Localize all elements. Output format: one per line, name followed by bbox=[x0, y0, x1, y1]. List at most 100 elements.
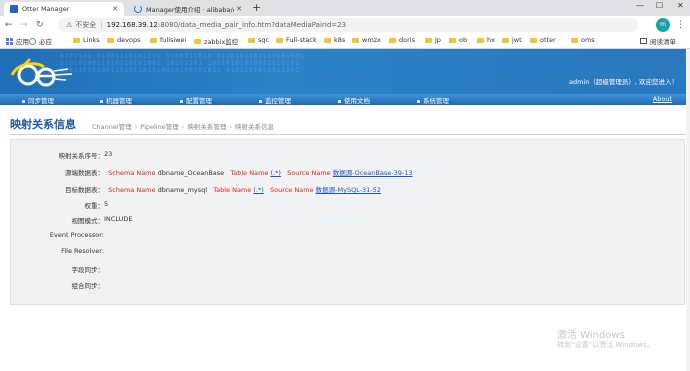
bookmark-folder[interactable]: wmzx bbox=[352, 36, 381, 44]
back-icon[interactable]: ← bbox=[5, 19, 13, 31]
profile-avatar[interactable]: m bbox=[656, 18, 670, 32]
mapping-detail-panel: 映射关系序号： 23 源端数据表： Schema Name dbname_Oce… bbox=[10, 139, 685, 305]
breadcrumb-mapping-list[interactable]: 映射关系管理 bbox=[187, 123, 226, 131]
minimize-icon[interactable]: — bbox=[636, 1, 644, 10]
url-input[interactable]: ⚠ 不安全 | 192.168.39.12 :8080/data_media_p… bbox=[58, 18, 638, 32]
nav-docs[interactable]: 使用文档 bbox=[338, 95, 370, 105]
scrollbar[interactable] bbox=[686, 49, 690, 371]
folder-icon bbox=[571, 37, 578, 43]
bookmark-folder[interactable]: Full-stack bbox=[276, 36, 317, 44]
bookmark-folder[interactable]: jp bbox=[425, 36, 441, 44]
tab-otter-manager[interactable]: Otter Manager ✕ bbox=[4, 2, 124, 16]
folder-icon bbox=[530, 37, 537, 43]
bookmark-folder[interactable]: ob bbox=[449, 36, 467, 44]
otter-header-banner: 0101101 01001110101101 0100111010 011010… bbox=[0, 49, 690, 94]
folder-icon bbox=[276, 37, 283, 43]
forward-icon[interactable]: → bbox=[20, 19, 28, 31]
weight-label: 权重： bbox=[84, 202, 105, 210]
target-table-value: Schema Name dbname_mysql Table Name (.*)… bbox=[108, 186, 381, 194]
tab-manager-doc[interactable]: Manager使用介绍 · alibaba/ott ✕ bbox=[128, 2, 248, 16]
reading-list[interactable]: 阅读清单 bbox=[640, 36, 676, 46]
id-label: 映射关系序号： bbox=[58, 152, 105, 160]
close-icon[interactable]: ✕ bbox=[234, 5, 244, 13]
chevron-right-icon: › bbox=[229, 123, 232, 131]
target-table-link[interactable]: (.*) bbox=[253, 186, 263, 194]
folder-icon bbox=[248, 37, 255, 43]
bullet-icon bbox=[259, 99, 262, 103]
browser-tab-bar: Otter Manager ✕ Manager使用介绍 · alibaba/ot… bbox=[0, 0, 690, 16]
chevron-right-icon: › bbox=[134, 123, 138, 131]
warning-icon: ⚠ bbox=[66, 21, 73, 29]
breadcrumb-pipeline[interactable]: Pipeline管理 bbox=[140, 123, 178, 131]
nav-machine-management[interactable]: 机器管理 bbox=[100, 95, 132, 105]
detail-row-group-sync: 组合同步： bbox=[11, 280, 686, 292]
about-link[interactable]: About bbox=[653, 95, 672, 103]
loading-icon bbox=[134, 5, 142, 13]
detail-row-id: 映射关系序号： 23 bbox=[11, 150, 686, 162]
window-close-icon[interactable]: ✕ bbox=[677, 1, 684, 10]
otter-logo-icon[interactable] bbox=[8, 53, 78, 91]
detail-row-file-resolver: File Resolver: bbox=[11, 247, 686, 259]
more-menu-icon[interactable]: ⋮ bbox=[676, 19, 685, 31]
nav-monitor-management[interactable]: 监控管理 bbox=[259, 95, 291, 105]
source-table-link[interactable]: (.*) bbox=[271, 169, 281, 177]
binary-background-decoration: 0101101 01001110101101 0100111010 011010… bbox=[60, 53, 305, 74]
user-welcome: admin（超级管理员）, 欢迎您进入！ bbox=[568, 78, 678, 86]
folder-icon bbox=[324, 37, 331, 43]
url-host: 192.168.39.12 bbox=[106, 21, 158, 29]
detail-row-weight: 权重： 5 bbox=[11, 200, 686, 212]
bookmark-folder[interactable]: otter bbox=[530, 36, 556, 44]
tab-title: Otter Manager bbox=[22, 5, 70, 13]
id-value: 23 bbox=[104, 150, 113, 158]
main-nav: 同步管理 机器管理 配置管理 监控管理 使用文档 系统管理 About bbox=[0, 94, 690, 105]
bullet-icon bbox=[417, 99, 420, 103]
page-title: 映射关系信息 bbox=[10, 118, 76, 131]
detail-row-source: 源端数据表： Schema Name dbname_OceanBase Tabl… bbox=[11, 167, 686, 179]
bookmark-folder[interactable]: devops bbox=[107, 36, 140, 44]
nav-sync-management[interactable]: 同步管理 bbox=[22, 95, 54, 105]
folder-icon bbox=[352, 37, 359, 43]
bookmark-folder[interactable]: Links bbox=[73, 36, 100, 44]
bookmark-bing[interactable]: 必应 bbox=[29, 36, 52, 46]
breadcrumb: Channel管理 › Pipeline管理 › 映射关系管理 › 映射关系信息 bbox=[92, 121, 274, 131]
field-sync-label: 字段同步： bbox=[71, 266, 105, 274]
new-tab-icon[interactable]: + bbox=[252, 2, 261, 14]
bookmark-folder[interactable]: jwt bbox=[502, 36, 522, 44]
bullet-icon bbox=[100, 99, 103, 103]
target-table-label: 目标数据表： bbox=[65, 186, 104, 194]
bullet-icon bbox=[22, 99, 25, 103]
bullet-icon bbox=[180, 99, 183, 103]
windows-activation-watermark: 激活 Windows bbox=[557, 330, 625, 341]
detail-row-target: 目标数据表： Schema Name dbname_mysql Table Na… bbox=[11, 184, 686, 196]
breadcrumb-channel[interactable]: Channel管理 bbox=[92, 123, 132, 131]
bookmark-folder[interactable]: hx bbox=[477, 36, 495, 44]
url-path: :8080/data_media_pair_info.htm?dataMedia… bbox=[157, 21, 347, 29]
bookmarks-bar: 应用 必应 Links devops fulisiwei zabbix监控 sq… bbox=[0, 34, 690, 49]
bookmark-apps[interactable]: 应用 bbox=[6, 36, 29, 46]
bookmark-folder[interactable]: zabbix监控 bbox=[194, 36, 238, 46]
folder-icon bbox=[150, 37, 157, 43]
bookmark-folder[interactable]: fulisiwei bbox=[150, 36, 186, 44]
otter-favicon-icon bbox=[10, 5, 18, 13]
breadcrumb-current: 映射关系信息 bbox=[234, 123, 274, 131]
folder-icon bbox=[477, 37, 484, 43]
folder-icon bbox=[194, 38, 201, 44]
group-sync-label: 组合同步： bbox=[71, 282, 105, 290]
insecure-label: 不安全 bbox=[75, 21, 97, 29]
divider: | bbox=[100, 21, 103, 29]
bookmark-folder[interactable]: doris bbox=[389, 36, 415, 44]
reading-list-icon bbox=[640, 38, 647, 44]
reload-icon[interactable]: ↻ bbox=[36, 19, 44, 31]
source-table-value: Schema Name dbname_OceanBase Table Name … bbox=[108, 169, 413, 177]
nav-system-management[interactable]: 系统管理 bbox=[417, 95, 449, 105]
bookmark-folder[interactable]: k8s bbox=[324, 36, 345, 44]
source-datasource-link[interactable]: 数据源-OceanBase-39-13 bbox=[333, 169, 413, 177]
close-icon[interactable]: ✕ bbox=[110, 5, 120, 13]
nav-config-management[interactable]: 配置管理 bbox=[180, 95, 212, 105]
folder-icon bbox=[449, 37, 456, 43]
address-bar-row: ← → ↻ ⚠ 不安全 | 192.168.39.12 :8080/data_m… bbox=[0, 16, 690, 34]
target-datasource-link[interactable]: 数据源-MySQL-31-52 bbox=[316, 186, 381, 194]
bookmark-folder[interactable]: oms bbox=[571, 36, 595, 44]
maximize-icon[interactable]: ☐ bbox=[656, 1, 663, 10]
bookmark-folder[interactable]: sqc bbox=[248, 36, 269, 44]
